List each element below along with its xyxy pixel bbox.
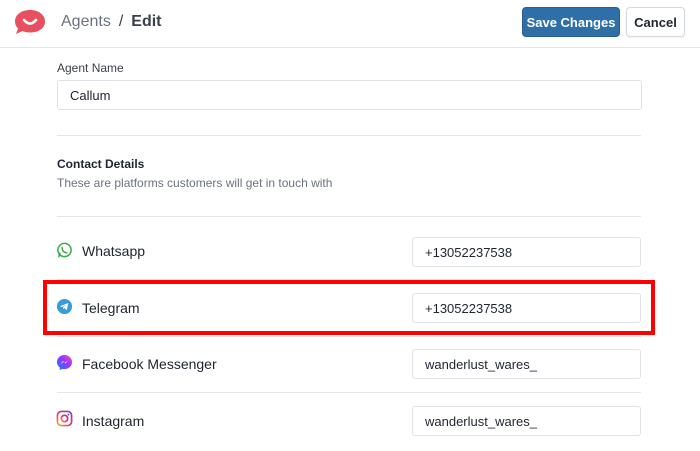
- breadcrumb-current: Edit: [131, 13, 162, 30]
- agent-name-input[interactable]: Callum: [57, 80, 642, 110]
- app-logo-icon[interactable]: [14, 9, 46, 35]
- instagram-icon: [56, 410, 73, 427]
- row-divider: [57, 392, 641, 393]
- top-bar: Agents / Edit Save Changes Cancel: [0, 0, 700, 48]
- whatsapp-icon: [57, 242, 72, 258]
- section-divider: [57, 216, 641, 217]
- row-divider: [57, 279, 641, 280]
- platform-label-facebook-messenger: Facebook Messenger: [82, 356, 217, 372]
- section-divider: [57, 135, 641, 136]
- contact-details-subtitle: These are platforms customers will get i…: [57, 176, 333, 190]
- platform-label-instagram: Instagram: [82, 413, 145, 429]
- breadcrumb-separator: /: [118, 13, 124, 30]
- save-changes-button[interactable]: Save Changes: [522, 7, 620, 37]
- platform-label-telegram: Telegram: [82, 300, 140, 316]
- agent-name-label: Agent Name: [57, 61, 124, 75]
- breadcrumb-agents-link[interactable]: Agents: [61, 13, 111, 31]
- whatsapp-input[interactable]: +13052237538: [412, 237, 641, 267]
- facebook-messenger-input[interactable]: wanderlust_wares_: [412, 349, 641, 379]
- contact-details-title: Contact Details: [57, 157, 145, 171]
- telegram-input[interactable]: +13052237538: [412, 293, 641, 323]
- instagram-input[interactable]: wanderlust_wares_: [412, 406, 641, 436]
- platform-label-whatsapp: Whatsapp: [82, 243, 146, 259]
- cancel-button[interactable]: Cancel: [626, 7, 685, 37]
- telegram-icon: [56, 298, 73, 315]
- row-divider: [57, 336, 641, 337]
- messenger-icon: [56, 354, 73, 371]
- breadcrumb: Agents / Edit: [61, 13, 161, 31]
